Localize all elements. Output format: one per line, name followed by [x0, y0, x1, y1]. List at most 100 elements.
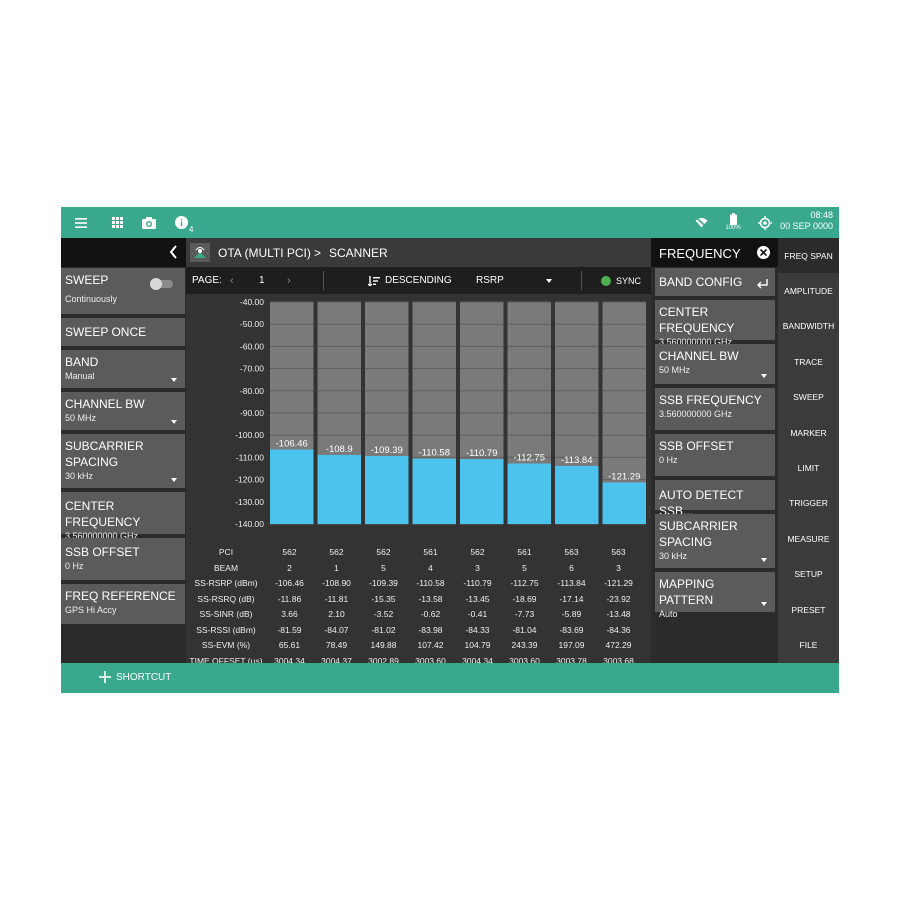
rsrp-bar[interactable]	[507, 463, 552, 524]
main-menu: FREQ SPAN AMPLITUDE BANDWIDTH TRACE SWEEP MAR…	[778, 238, 839, 663]
menu-item-limit[interactable]: LIMIT	[778, 450, 839, 485]
rsrp-bar[interactable]	[270, 449, 314, 524]
rsrp-bar[interactable]	[602, 482, 647, 524]
table-cell: -11.86	[277, 593, 302, 604]
y-tick-label: -100.00	[235, 430, 264, 440]
ssb-offset-field[interactable]: SSB OFFSET 0 Hz	[655, 434, 775, 476]
wifi-off-icon	[691, 207, 711, 238]
clock: 08:48 00 SEP 0000	[780, 210, 833, 232]
frequency-panel: FREQUENCY BAND CONFIG CENTER FREQUENCY 3…	[651, 238, 778, 663]
sweep-once-button[interactable]: SWEEP ONCE	[61, 318, 185, 346]
y-tick-label: -110.00	[236, 452, 264, 462]
apps-grid-icon[interactable]	[105, 207, 129, 238]
menu-item-preset[interactable]: PRESET	[778, 592, 839, 627]
row-label: SS-SINR (dB)	[199, 609, 253, 619]
table-cell: 5	[522, 562, 527, 573]
sync-status-dot	[601, 275, 611, 286]
sort-by-select[interactable]: RSRP	[476, 267, 552, 294]
rsrp-bar[interactable]	[317, 454, 362, 524]
mapping-pattern-select[interactable]: MAPPING PATTERN Auto	[655, 572, 775, 619]
table-cell: -83.69	[559, 624, 584, 635]
table-cell: -110.58	[416, 578, 445, 588]
ssb-frequency-field[interactable]: SSB FREQUENCY 3.560000000 GHz	[655, 388, 775, 430]
menu-item-bandwidth[interactable]: BANDWIDTH	[778, 309, 839, 344]
ota-antenna-icon	[190, 243, 210, 262]
menu-item-freq-span[interactable]: FREQ SPAN	[778, 238, 839, 273]
collapse-chevron-left-icon[interactable]	[169, 245, 178, 264]
scanner-view: OTA (MULTI PCI) > SCANNER PAGE: ‹ 1 › DE…	[186, 238, 651, 666]
breadcrumb: OTA (MULTI PCI) > SCANNER	[186, 238, 651, 267]
analyzer-window: 4 100% 08:48 00 SEP 0000 SWEEP Continuou…	[61, 207, 839, 693]
dropdown-arrow-icon	[546, 279, 552, 283]
close-icon[interactable]	[757, 246, 770, 259]
table-row: SS-EVM (%) 65.61 78.49 149.88 107.42 104.79 24…	[186, 638, 651, 653]
subcarrier-spacing-select[interactable]: SUBCARRIER SPACING 30 kHz	[655, 514, 775, 568]
table-cell: -13.48	[606, 609, 631, 619]
clock-time: 08:48	[810, 210, 833, 220]
center-frequency-title: CENTER FREQUENCY	[65, 499, 141, 529]
table-cell: -108.90	[322, 578, 351, 588]
table-cell: 243.39	[511, 640, 538, 650]
table-cell: -15.35	[371, 593, 396, 604]
hamburger-menu-icon[interactable]	[69, 207, 93, 238]
bar-value-label: -113.84	[561, 455, 593, 466]
table-cell: -109.39	[369, 578, 398, 588]
menu-item-amplitude[interactable]: AMPLITUDE	[778, 273, 839, 308]
subcarrier-spacing-item[interactable]: SUBCARRIER SPACING 30 kHz	[61, 434, 185, 488]
table-cell: -18.69	[512, 593, 537, 604]
band-item[interactable]: BAND Manual	[61, 350, 185, 388]
table-cell: 1	[334, 562, 339, 573]
rsrp-bar[interactable]	[460, 459, 504, 524]
table-cell: 4	[428, 562, 433, 573]
menu-item-trace[interactable]: TRACE	[778, 344, 839, 379]
battery-icon: 100%	[721, 207, 745, 238]
channel-bw-item[interactable]: CHANNEL BW 50 MHz	[61, 392, 185, 430]
ssb-offset-item[interactable]: SSB OFFSET 0 Hz	[61, 538, 185, 580]
sweep-item[interactable]: SWEEP Continuously	[61, 268, 185, 314]
menu-item-sweep[interactable]: SWEEP	[778, 380, 839, 415]
shortcut-button[interactable]: SHORTCUT	[99, 671, 171, 683]
band-config-button[interactable]: BAND CONFIG	[655, 268, 775, 296]
freq-reference-value: GPS Hi Accy	[65, 605, 117, 615]
table-cell: -23.92	[606, 593, 631, 604]
center-frequency-label: CENTER FREQUENCY	[659, 305, 735, 335]
channel-bw-value: 50 MHz	[659, 365, 691, 375]
subcarrier-spacing-title: SUBCARRIER SPACING	[65, 439, 144, 469]
mode-title[interactable]: OTA (MULTI PCI)	[218, 246, 311, 260]
channel-bw-select[interactable]: CHANNEL BW 50 MHz	[655, 344, 775, 384]
subcarrier-spacing-value: 30 kHz	[659, 551, 688, 561]
center-frequency-field[interactable]: CENTER FREQUENCY 3.560000000 GHz	[655, 300, 775, 347]
row-label: BEAM	[213, 562, 239, 573]
table-row: SS-RSSI (dBm) -81.59 -84.07 -81.02 -83.98 -84…	[186, 623, 651, 638]
rsrp-bar[interactable]	[412, 458, 457, 524]
table-cell: -13.58	[418, 593, 443, 604]
auto-detect-ssb-button[interactable]: AUTO DETECT SSB...	[655, 480, 775, 518]
subcarrier-spacing-label: SUBCARRIER SPACING	[659, 519, 738, 549]
bar-value-label: -121.29	[608, 471, 640, 482]
table-cell: 3	[616, 562, 621, 573]
menu-item-trigger[interactable]: TRIGGER	[778, 486, 839, 521]
page-number: 1	[259, 275, 265, 286]
sort-order-label: DESCENDING	[385, 275, 452, 286]
camera-icon[interactable]	[137, 207, 161, 238]
menu-item-setup[interactable]: SETUP	[778, 557, 839, 592]
center-frequency-item[interactable]: CENTER FREQUENCY 3.560000000 GHz	[61, 492, 185, 541]
ssb-frequency-value: 3.560000000 GHz	[659, 409, 733, 419]
rsrp-bar[interactable]	[555, 465, 599, 524]
rsrp-bar[interactable]	[365, 456, 409, 524]
page-next-chevron-icon[interactable]: ›	[287, 267, 291, 294]
frequency-panel-header: FREQUENCY	[651, 238, 778, 267]
view-title[interactable]: SCANNER	[329, 246, 388, 260]
sweep-once-label: SWEEP ONCE	[65, 325, 147, 339]
menu-item-file[interactable]: FILE	[778, 627, 839, 662]
freq-reference-item[interactable]: FREQ REFERENCE GPS Hi Accy	[61, 584, 185, 624]
dropdown-arrow-icon	[761, 602, 767, 606]
table-cell: -13.45	[465, 593, 490, 604]
menu-item-marker[interactable]: MARKER	[778, 415, 839, 450]
menu-item-measure[interactable]: MEASURE	[778, 521, 839, 556]
sort-order-button[interactable]: DESCENDING	[368, 267, 452, 294]
sweep-toggle[interactable]	[150, 278, 173, 290]
page-prev-chevron-icon[interactable]: ‹	[230, 267, 234, 294]
gps-locate-icon[interactable]	[755, 207, 775, 238]
ssb-offset-title: SSB OFFSET	[65, 545, 140, 559]
